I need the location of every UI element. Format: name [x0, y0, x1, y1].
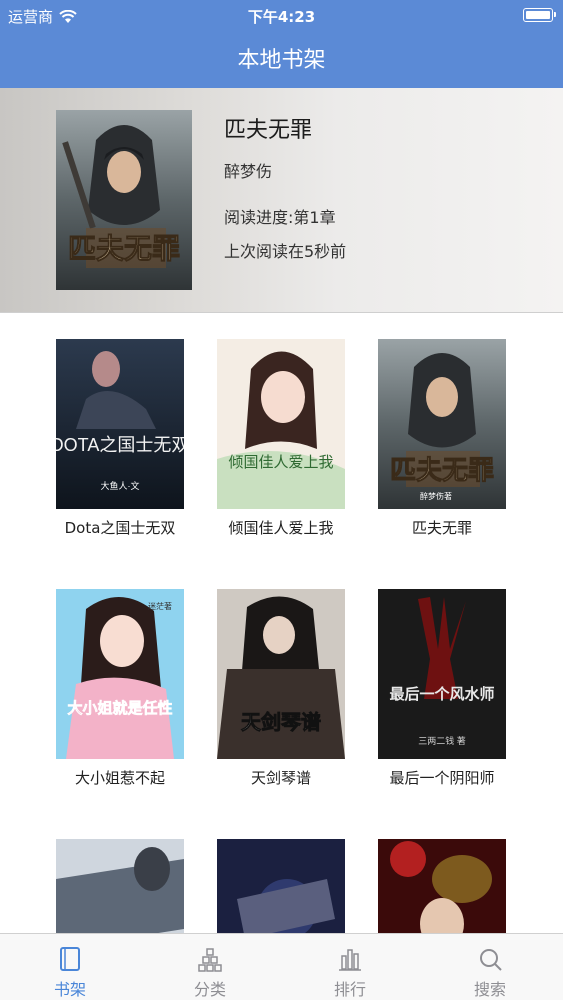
book-cover[interactable]: 大小姐就是任性 迷茫著: [56, 589, 184, 759]
navigation-header: 运营商 下午4:23 本地书架: [0, 0, 563, 88]
tab-label: 分类: [193, 980, 226, 999]
featured-book-info: 匹夫无罪 醉梦伤 阅读进度:第1章 上次阅读在5秒前: [224, 110, 346, 262]
cover-title-zuihou: 最后一个风水师: [389, 685, 494, 703]
tab-label: 搜索: [473, 980, 506, 999]
featured-book-panel[interactable]: 匹夫无罪 匹夫无罪 醉梦伤 阅读进度:第1章 上次阅读在5秒前: [0, 88, 563, 313]
book-cover[interactable]: [378, 839, 506, 933]
cover-author-daxiaojie: 迷茫著: [148, 601, 172, 611]
cover-author-pifu: 醉梦伤著: [420, 491, 452, 501]
book-item[interactable]: [201, 839, 361, 933]
book-cover[interactable]: 倾国佳人爱上我: [217, 339, 345, 509]
tab-label: 书架: [53, 980, 86, 999]
featured-book-cover[interactable]: 匹夫无罪: [56, 110, 192, 290]
book-cover[interactable]: 天剑琴谱: [217, 589, 345, 759]
book-item[interactable]: 匹夫无罪 醉梦伤著 匹夫无罪: [362, 339, 522, 538]
tab-search[interactable]: 搜索: [420, 934, 560, 1000]
book-cover[interactable]: DOTA之国士无双 大鱼人·文: [56, 339, 184, 509]
tab-bookshelf[interactable]: 书架: [0, 934, 140, 1000]
page-title: 本地书架: [237, 48, 326, 73]
book-cover[interactable]: 匹夫无罪 醉梦伤著: [378, 339, 506, 509]
reading-progress: 阅读进度:第1章: [224, 208, 336, 227]
status-bar: 运营商 下午4:23: [0, 0, 563, 30]
book-title: 天剑琴谱: [250, 769, 311, 787]
cover-title-daxiaojie: 大小姐就是任性: [67, 699, 172, 717]
battery-icon: [523, 8, 556, 22]
status-time: 下午4:23: [247, 8, 316, 26]
book-item[interactable]: 倾国佳人爱上我 倾国佳人爱上我: [201, 339, 361, 538]
book-cover[interactable]: [56, 839, 184, 933]
book-title: 大小姐惹不起: [74, 769, 165, 787]
cover-title-tianjian: 天剑琴谱: [241, 710, 321, 734]
book-item[interactable]: [40, 839, 200, 933]
search-icon: [477, 946, 503, 972]
cover-title-qingguo: 倾国佳人爱上我: [228, 453, 333, 471]
category-icon: [197, 946, 223, 972]
book-item[interactable]: [362, 839, 522, 933]
tab-label: 排行: [333, 980, 366, 999]
tab-ranking[interactable]: 排行: [280, 934, 420, 1000]
featured-book-title: 匹夫无罪: [224, 118, 313, 143]
ranking-icon: [337, 946, 363, 972]
book-cover[interactable]: 最后一个风水师 三两二钱 著: [378, 589, 506, 759]
featured-book-author: 醉梦伤: [224, 162, 273, 181]
book-item[interactable]: DOTA之国士无双 大鱼人·文 Dota之国士无双: [40, 339, 200, 538]
cover-author-zuihou: 三两二钱 著: [418, 735, 466, 746]
tab-category[interactable]: 分类: [140, 934, 280, 1000]
book-item[interactable]: 最后一个风水师 三两二钱 著 最后一个阴阳师: [362, 589, 522, 788]
book-title: 最后一个阴阳师: [389, 769, 495, 787]
last-read-time: 上次阅读在5秒前: [224, 242, 347, 261]
book-item[interactable]: 大小姐就是任性 迷茫著 大小姐惹不起: [40, 589, 200, 788]
bookshelf-grid: DOTA之国士无双 大鱼人·文 Dota之国士无双 倾国佳人爱上我 倾国佳人爱上…: [0, 313, 563, 933]
book-title: 匹夫无罪: [411, 519, 472, 537]
bookshelf-icon: [57, 946, 83, 972]
featured-cover-title: 匹夫无罪: [68, 232, 180, 265]
cover-author-dota: 大鱼人·文: [101, 480, 140, 491]
book-item[interactable]: 天剑琴谱 天剑琴谱: [201, 589, 361, 788]
cover-title-dota: DOTA之国士无双: [56, 435, 184, 455]
tab-bar: 书架 分类 排行 搜索: [0, 933, 563, 1000]
book-title: 倾国佳人爱上我: [228, 519, 334, 537]
cover-title-pifu: 匹夫无罪: [390, 456, 494, 486]
book-title: Dota之国士无双: [64, 519, 176, 537]
book-cover[interactable]: [217, 839, 345, 933]
